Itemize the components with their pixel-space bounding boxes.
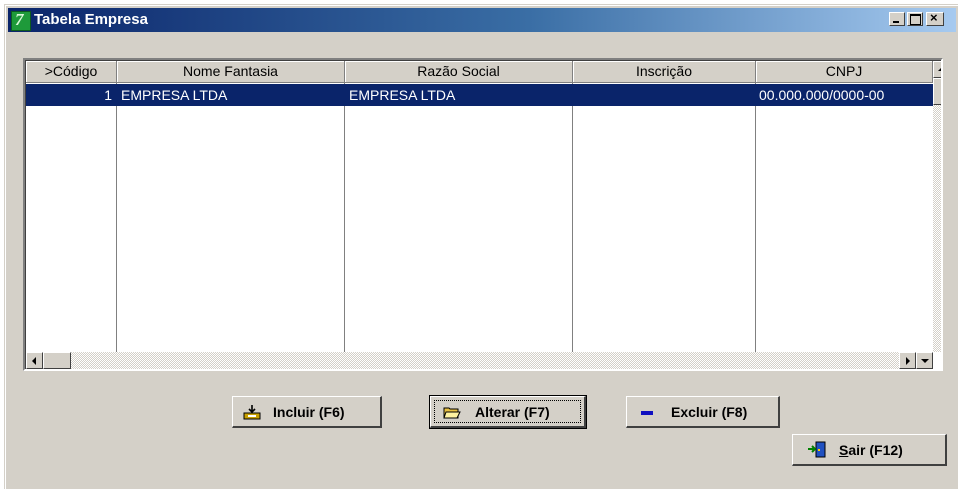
alterar-label: Alterar (F7) — [475, 404, 550, 420]
exit-door-icon — [808, 441, 826, 458]
minimize-button[interactable] — [889, 12, 905, 26]
maximize-button[interactable] — [907, 12, 923, 26]
arrow-left-icon — [32, 357, 36, 365]
window-title: Tabela Empresa — [34, 11, 148, 28]
column-divider — [755, 83, 756, 353]
minimize-icon — [893, 21, 899, 23]
excluir-label: Excluir (F8) — [671, 404, 748, 420]
app-logo-icon: 7 — [11, 11, 31, 31]
empresa-grid[interactable]: >Código Nome Fantasia Razão Social Inscr… — [23, 58, 943, 371]
column-header-cnpj[interactable]: CNPJ — [756, 61, 933, 83]
incluir-button[interactable]: Incluir (F6) — [232, 396, 382, 428]
vertical-scroll-thumb[interactable] — [933, 78, 941, 105]
scroll-left-button[interactable] — [26, 352, 43, 369]
cell-inscricao[interactable] — [577, 84, 752, 106]
vertical-scrollbar[interactable] — [933, 61, 941, 352]
alterar-button[interactable]: Alterar (F7) — [429, 395, 587, 429]
horizontal-scroll-thumb[interactable] — [43, 352, 71, 369]
minus-icon — [641, 411, 653, 415]
cell-codigo[interactable]: 1 — [26, 84, 112, 106]
close-icon: × — [930, 10, 938, 25]
close-button[interactable]: × — [926, 10, 944, 26]
column-header-nome-fantasia[interactable]: Nome Fantasia — [117, 61, 345, 83]
sair-label: Sair (F12) — [839, 442, 903, 458]
title-bar[interactable]: 7 Tabela Empresa × — [8, 8, 956, 32]
scroll-right-button[interactable] — [899, 352, 916, 369]
incluir-label: Incluir (F6) — [273, 404, 345, 420]
sair-button[interactable]: Sair (F12) — [792, 434, 947, 466]
open-folder-icon — [443, 407, 461, 419]
arrow-up-icon — [938, 67, 941, 71]
excluir-button[interactable]: Excluir (F8) — [626, 396, 780, 428]
main-window: 7 Tabela Empresa × >Código Nome Fantasia… — [4, 4, 958, 489]
add-record-icon — [243, 405, 261, 420]
cell-nome-fantasia[interactable]: EMPRESA LTDA — [121, 84, 341, 106]
column-header-inscricao[interactable]: Inscrição — [573, 61, 756, 83]
column-header-codigo[interactable]: >Código — [26, 61, 117, 83]
cell-cnpj[interactable]: 00.000.000/0000-00 — [759, 84, 933, 106]
scroll-up-button[interactable] — [933, 61, 941, 78]
maximize-icon — [910, 14, 921, 25]
horizontal-scrollbar[interactable] — [26, 352, 933, 369]
scroll-down-button[interactable] — [916, 352, 933, 369]
column-divider — [344, 83, 345, 353]
cell-razao-social[interactable]: EMPRESA LTDA — [349, 84, 569, 106]
column-header-razao-social[interactable]: Razão Social — [345, 61, 573, 83]
column-divider — [116, 83, 117, 353]
arrow-down-icon — [921, 359, 929, 363]
column-divider — [572, 83, 573, 353]
arrow-right-icon — [906, 357, 910, 365]
